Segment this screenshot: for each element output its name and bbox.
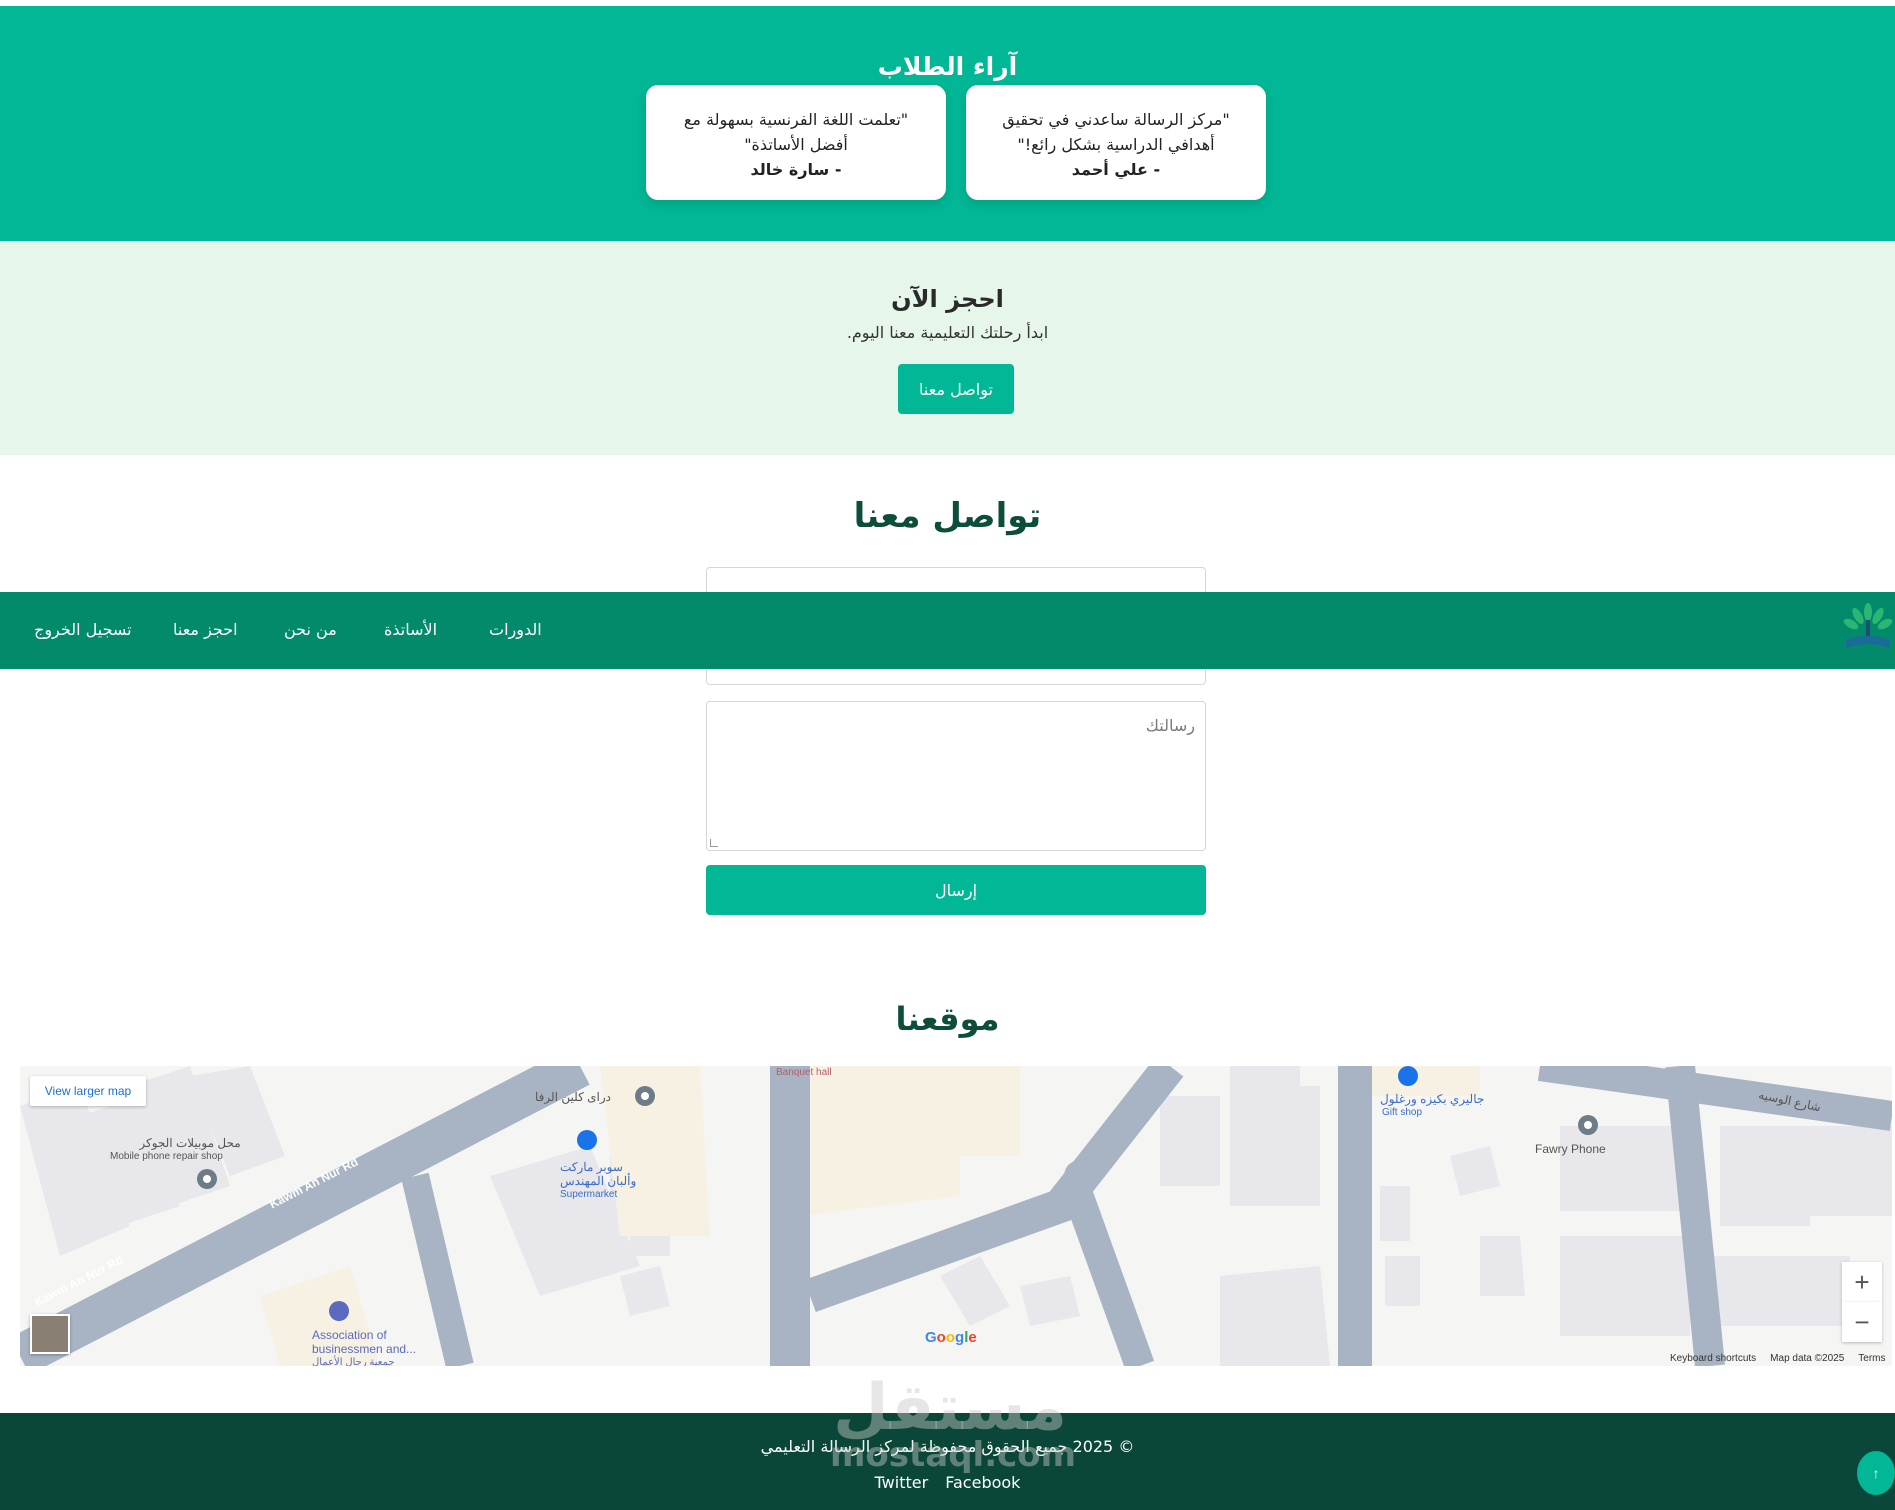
location-title: موقعنا	[895, 1000, 1000, 1038]
map-place-label: وألبان المهندس	[560, 1174, 637, 1188]
map-place-label: Banquet hall	[776, 1067, 832, 1078]
testimonial-quote: "مركز الرسالة ساعدني في تحقيق أهدافي الد…	[1002, 110, 1230, 154]
booking-title: احجز الآن	[891, 285, 1004, 313]
view-larger-map-button[interactable]: View larger map	[30, 1076, 146, 1106]
message-placeholder: رسالتك	[1145, 716, 1195, 735]
testimonial-author: - علي أحمد	[1071, 160, 1161, 179]
map-canvas[interactable]	[20, 1066, 1892, 1366]
watermark-logo: مستقل mostaql.com	[830, 1371, 1077, 1476]
scroll-to-top-button[interactable]: ↑	[1857, 1451, 1895, 1495]
zoom-in-button[interactable]: +	[1842, 1262, 1882, 1302]
nav-item-logout[interactable]: تسجيل الخروج	[34, 620, 132, 639]
resize-handle-icon[interactable]	[710, 839, 718, 847]
map-place-label: businessmen and...	[312, 1342, 417, 1356]
map-place-label: Gift shop	[1382, 1107, 1423, 1118]
map-place-label: Association of	[312, 1328, 387, 1342]
map-place-label: جمعية رجال الأعمال	[312, 1357, 395, 1366]
nav-item-about[interactable]: من نحن	[284, 620, 337, 639]
message-field[interactable]: رسالتك	[706, 701, 1206, 851]
testimonials-section: آراء الطلاب "مركز الرسالة ساعدني في تحقي…	[0, 6, 1895, 241]
keyboard-shortcuts-link[interactable]: Keyboard shortcuts	[1670, 1353, 1756, 1364]
map-place-label: Supermarket	[560, 1189, 618, 1200]
nav-item-book[interactable]: احجز معنا	[173, 620, 238, 639]
navbar: الدورات الأساتذة من نحن احجز معنا تسجيل …	[0, 592, 1895, 669]
nav-item-teachers[interactable]: الأساتذة	[384, 620, 437, 639]
testimonial-card: "تعلمت اللغة الفرنسية بسهولة مع أفضل الأ…	[646, 85, 946, 200]
map-data-label: Map data ©2025	[1770, 1353, 1845, 1364]
testimonial-card: "مركز الرسالة ساعدني في تحقيق أهدافي الد…	[966, 85, 1266, 200]
map-place-label: محل موبيلات الجوكر	[139, 1136, 241, 1150]
terms-link[interactable]: Terms	[1858, 1353, 1885, 1364]
testimonial-quote: "تعلمت اللغة الفرنسية بسهولة مع أفضل الأ…	[683, 110, 909, 154]
zoom-out-button[interactable]: −	[1842, 1302, 1882, 1342]
google-map[interactable]: Kawm An Nur Rd Kawm An Nur Rd محل موبيلا…	[20, 1066, 1892, 1366]
contact-us-button[interactable]: تواصل معنا	[898, 364, 1014, 414]
contact-title: تواصل معنا	[853, 496, 1042, 536]
google-logo: Google	[925, 1329, 977, 1346]
testimonial-author: - سارة خالد	[750, 160, 842, 179]
map-place-label: دراى كلين الرفا	[535, 1090, 611, 1104]
nav-item-courses[interactable]: الدورات	[489, 620, 542, 639]
map-place-label: Fawry Phone	[1535, 1142, 1606, 1156]
map-place-label: جاليري بكيزه ورغلول	[1380, 1092, 1485, 1106]
map-place-label: Mobile phone repair shop	[110, 1151, 223, 1162]
tree-book-logo-icon[interactable]	[1842, 602, 1894, 658]
map-attribution: Keyboard shortcuts Map data ©2025 Terms	[1670, 1353, 1886, 1364]
booking-section: احجز الآن ابدأ رحلتك التعليمية معنا اليو…	[0, 241, 1895, 455]
map-place-label: سوبر ماركت	[560, 1160, 623, 1174]
watermark-text-ar: مستقل	[832, 1371, 1068, 1445]
booking-subtitle: ابدأ رحلتك التعليمية معنا اليوم.	[846, 323, 1049, 342]
street-view-thumbnail[interactable]	[30, 1314, 70, 1354]
watermark-text-en: mostaql.com	[830, 1435, 1077, 1475]
submit-button[interactable]: إرسال	[706, 865, 1206, 915]
testimonials-title: آراء الطلاب	[877, 52, 1018, 81]
